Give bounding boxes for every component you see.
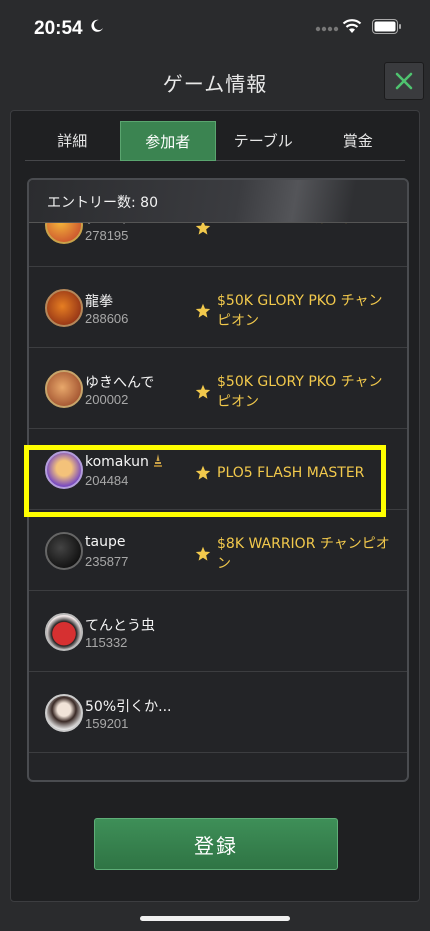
page-title: ゲーム情報 [162,72,268,96]
list-item[interactable]: 龍拳 288606 $50K GLORY PKO チャンピオン [29,267,407,348]
dog-avatar [45,451,83,489]
player-id: 159201 [85,716,129,731]
award-title: PLO5 FLASH MASTER [217,465,365,481]
player-name: taupe [85,534,126,550]
star-icon [195,465,211,480]
info-panel: 詳細 参加者 テーブル 賞金 エントリー数: 80 クレヨン!! 278195 … [10,110,420,902]
wifi-icon [342,19,362,33]
list-item[interactable]: てんとう虫 115332 [29,591,407,672]
player-id: 235877 [85,554,129,569]
player-id: 200002 [85,392,129,407]
tab-tables[interactable]: テーブル [216,121,311,161]
star-icon [195,384,211,399]
status-bar: 20:54 [0,0,430,56]
bomb-avatar [45,532,83,570]
entry-count: エントリー数: 80 [47,195,158,211]
photo-avatar [45,694,83,732]
trophy-icon [154,454,163,467]
player-id: 278195 [85,228,129,243]
warrior-avatar [45,370,83,408]
player-name: てんとう虫 [85,618,155,634]
list-item[interactable]: 50%引くか... 159201 [29,672,407,753]
close-button[interactable] [384,62,424,100]
tab-details[interactable]: 詳細 [25,121,120,161]
ladybug-avatar [45,613,83,651]
player-name: komakun [85,453,163,470]
tab-participants[interactable]: 参加者 [119,121,216,161]
participants-list[interactable]: エントリー数: 80 クレヨン!! 278195 リーダーボード第三位 龍拳 2… [27,178,409,782]
tab-bar: 詳細 参加者 テーブル 賞金 [25,121,405,161]
register-button[interactable]: 登録 [94,818,338,870]
tab-prizes[interactable]: 賞金 [310,121,405,161]
home-indicator [140,916,290,921]
player-id: 288606 [85,311,129,326]
list-item[interactable]: komakun 204484 PLO5 FLASH MASTER [29,429,407,510]
player-name: 龍拳 [85,294,113,310]
player-id: 204484 [85,473,129,488]
player-name: 50%引くか... [85,699,172,715]
star-icon [195,546,211,561]
battery-icon [372,19,401,34]
award-title: $50K GLORY PKO チャンピオン [217,374,383,410]
list-item[interactable]: taupe 235877 $8K WARRIOR チャンピオン [29,510,407,591]
entry-count-bar: エントリー数: 80 [29,180,407,223]
close-icon [395,72,413,90]
player-name-text: komakun [85,454,149,470]
moon-icon [91,19,103,32]
player-name: ゆきへんで [85,375,155,391]
dragon-avatar [45,289,83,327]
list-item[interactable]: ゆきへんで 200002 $50K GLORY PKO チャンピオン [29,348,407,429]
signal-dots-icon [315,26,339,32]
player-rows: クレヨン!! 278195 リーダーボード第三位 龍拳 288606 $50K … [29,202,407,753]
star-icon [195,303,211,318]
player-id: 115332 [85,635,128,650]
award-title: $8K WARRIOR チャンピオン [217,536,390,572]
header: ゲーム情報 [0,60,430,104]
clock: 20:54 [34,18,83,39]
award-title: $50K GLORY PKO チャンピオン [217,293,383,329]
